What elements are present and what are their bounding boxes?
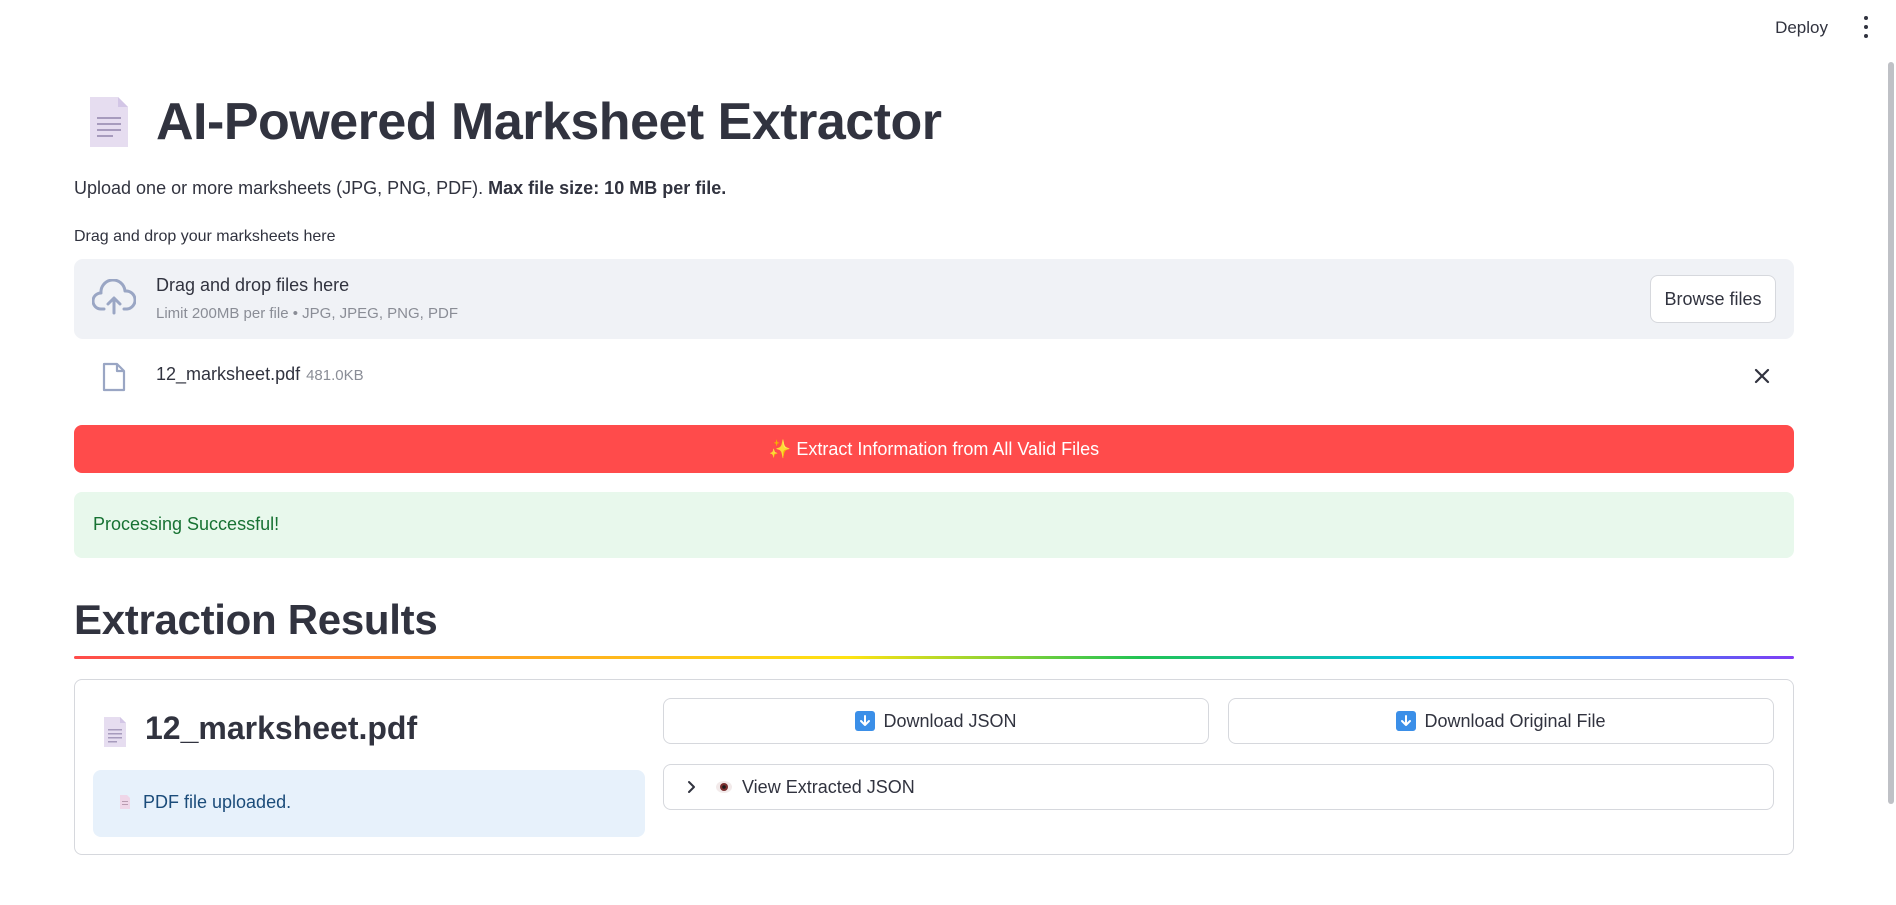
result-file-name: 12_marksheet.pdf (145, 710, 418, 746)
eye-icon (716, 781, 732, 793)
download-json-label: Download JSON (883, 710, 1017, 731)
success-alert: Processing Successful! (74, 492, 1794, 558)
extract-button[interactable]: ✨ Extract Information from All Valid Fil… (74, 425, 1794, 473)
chevron-right-icon (688, 781, 695, 793)
cloud-upload-icon (92, 279, 136, 315)
file-icon (102, 362, 126, 392)
dropzone-limits: Limit 200MB per file • JPG, JPEG, PNG, P… (156, 305, 458, 322)
document-icon (104, 717, 126, 747)
page-title: AI-Powered Marksheet Extractor (156, 93, 942, 151)
intro-text-bold: Max file size: 10 MB per file. (488, 178, 727, 198)
info-message: PDF file uploaded. (143, 792, 292, 812)
remove-file-icon[interactable] (1750, 364, 1774, 388)
down-arrow-icon (1396, 711, 1417, 731)
intro-text-plain: Upload one or more marksheets (JPG, PNG,… (74, 178, 489, 198)
browse-files-button[interactable]: Browse files (1650, 275, 1776, 323)
download-original-button[interactable]: Download Original File (1228, 698, 1774, 744)
download-original-label: Download Original File (1424, 710, 1606, 731)
uploaded-file-row: 12_marksheet.pdf 481.0KB (74, 354, 1794, 402)
file-dropzone[interactable]: Drag and drop files here Limit 200MB per… (74, 259, 1794, 339)
uploaded-file-name-text: 12_marksheet.pdf (156, 364, 301, 384)
uploaded-file-size: 481.0KB (306, 367, 364, 384)
dropzone-title: Drag and drop files here (156, 275, 350, 295)
uploader-label: Drag and drop your marksheets here (74, 228, 336, 245)
kebab-menu-icon[interactable] (1858, 16, 1874, 38)
page-header: AI-Powered Marksheet Extractor (74, 92, 942, 152)
json-expander[interactable]: View Extracted JSON (663, 764, 1774, 810)
top-toolbar: Deploy (0, 0, 1896, 54)
results-heading: Extraction Results (74, 596, 438, 643)
success-message: Processing Successful! (93, 514, 280, 534)
document-icon (120, 795, 130, 809)
result-card: 12_marksheet.pdf PDF file uploaded. Down… (74, 679, 1794, 855)
deploy-button[interactable]: Deploy (1769, 14, 1834, 42)
download-json-button[interactable]: Download JSON (663, 698, 1209, 744)
scrollbar[interactable] (1888, 62, 1894, 804)
document-icon (90, 97, 128, 147)
expander-label: View Extracted JSON (742, 777, 915, 797)
heading-divider (74, 656, 1794, 659)
info-alert: PDF file uploaded. (93, 770, 645, 837)
down-arrow-icon (855, 711, 876, 731)
uploaded-file-name: 12_marksheet.pdf 481.0KB (156, 364, 364, 385)
intro-text: Upload one or more marksheets (JPG, PNG,… (74, 178, 726, 199)
